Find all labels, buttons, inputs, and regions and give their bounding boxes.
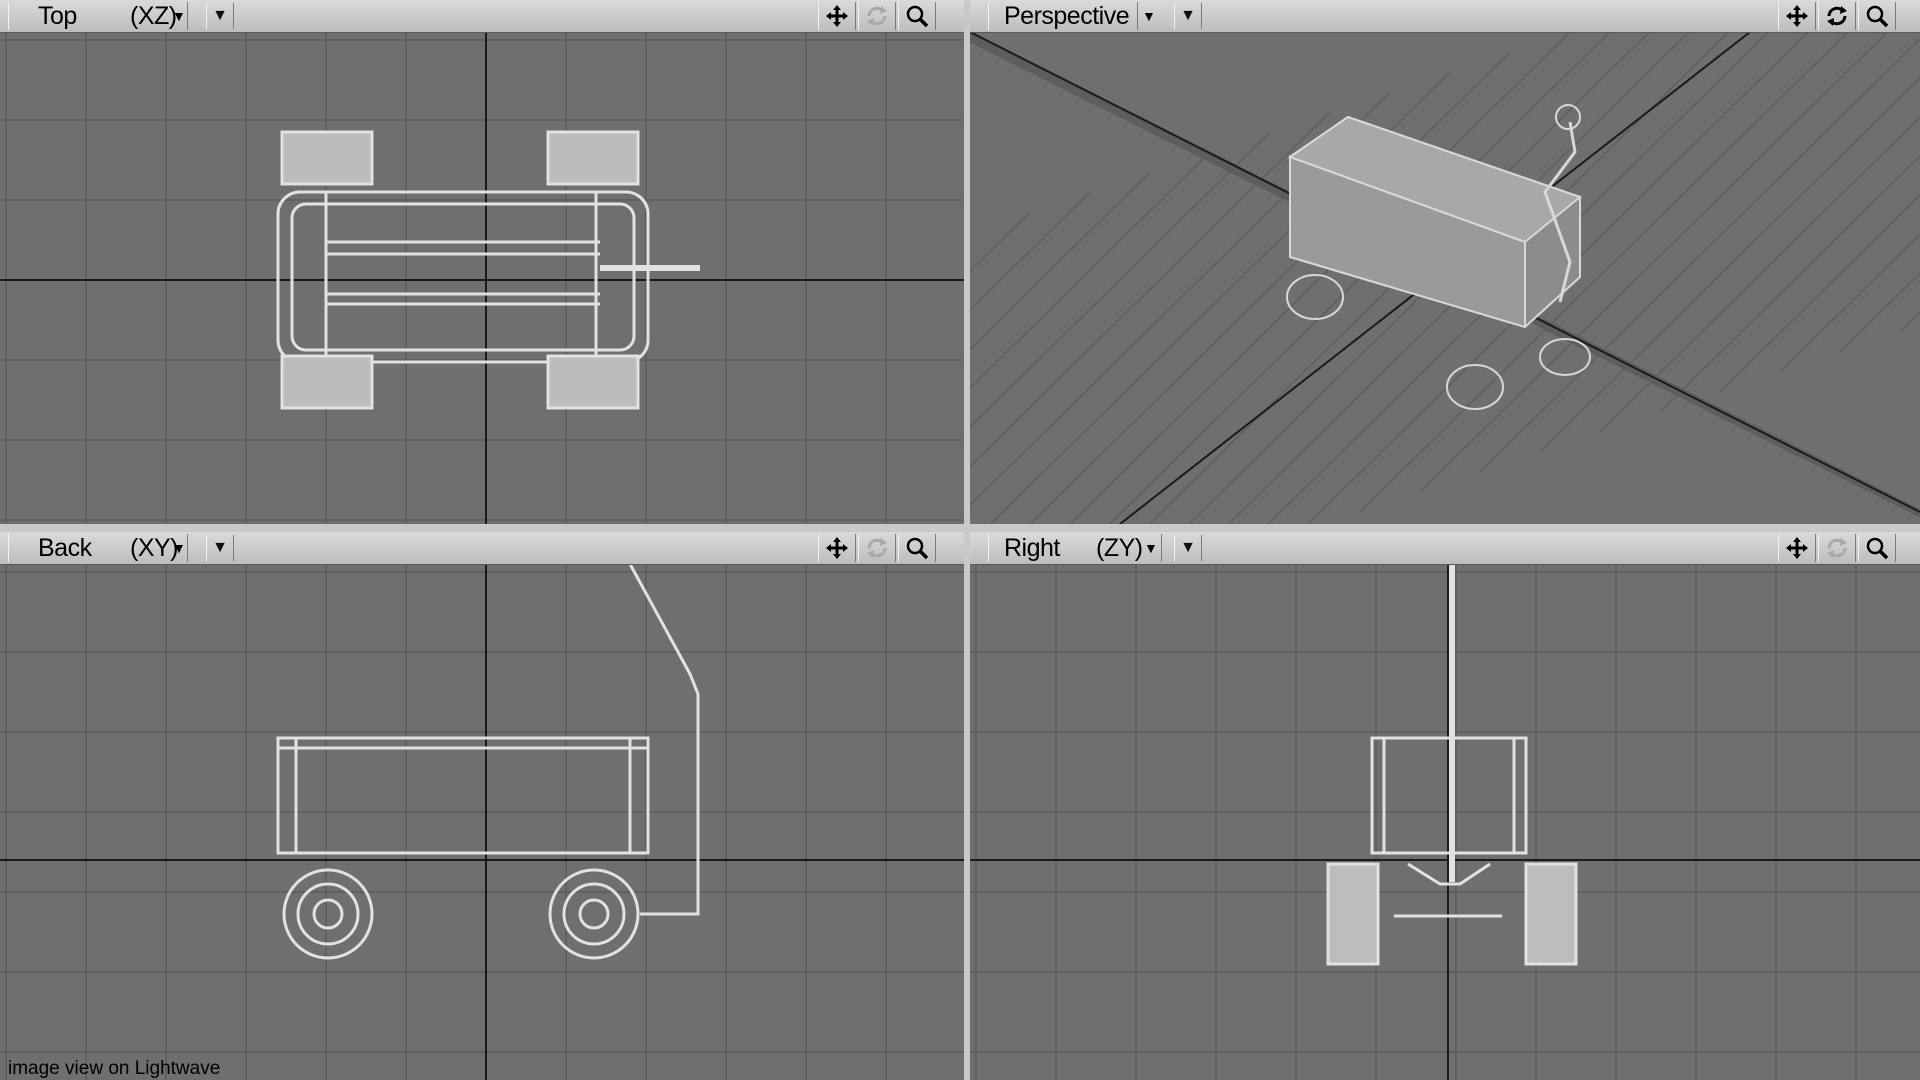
rotate-icon xyxy=(1824,3,1850,29)
zoom-icon xyxy=(1864,3,1890,29)
move-icon xyxy=(824,3,850,29)
right-view-scene xyxy=(970,564,1920,1080)
rotate-icon xyxy=(864,535,890,561)
rotate-icon xyxy=(1824,535,1850,561)
viewport-header: Perspective ▼ ▼ xyxy=(970,0,1920,33)
view-options-dropdown[interactable]: ▼ xyxy=(1174,535,1202,561)
move-icon xyxy=(824,535,850,561)
viewport-canvas-perspective[interactable] xyxy=(970,32,1920,524)
view-options-dropdown[interactable]: ▼ xyxy=(206,535,234,561)
zoom-view-button[interactable] xyxy=(1858,2,1896,30)
chevron-down-icon: ▼ xyxy=(212,539,228,556)
chevron-down-icon: ▼ xyxy=(1180,539,1196,556)
zoom-view-button[interactable] xyxy=(1858,534,1896,562)
viewport-canvas-right[interactable] xyxy=(970,564,1920,1080)
view-name-label: Perspective xyxy=(1004,2,1130,30)
rotate-view-button[interactable] xyxy=(858,534,896,562)
viewport-perspective[interactable]: Perspective ▼ ▼ xyxy=(970,0,1920,524)
viewport-top[interactable]: Top (XZ) ▼ ▼ xyxy=(0,0,964,524)
top-view-scene xyxy=(0,32,964,524)
rotate-view-button[interactable] xyxy=(1818,2,1856,30)
view-name-label: Right xyxy=(1004,534,1060,562)
wagon-wireframe-top xyxy=(276,130,700,410)
move-view-button[interactable] xyxy=(1778,534,1816,562)
view-name-label: Back xyxy=(38,534,92,562)
rotate-icon xyxy=(864,3,890,29)
view-axes-label: (XY) xyxy=(130,534,179,562)
zoom-icon xyxy=(904,3,930,29)
viewport-header: Back (XY) ▼ ▼ xyxy=(0,532,964,565)
back-view-scene xyxy=(0,564,964,1080)
grid xyxy=(970,564,1920,1080)
chevron-down-icon[interactable]: ▼ xyxy=(1144,535,1158,561)
viewport-back[interactable]: Back (XY) ▼ ▼ xyxy=(0,532,964,1080)
image-caption: image view on Lightwave xyxy=(8,1058,221,1079)
view-options-dropdown[interactable]: ▼ xyxy=(206,3,234,29)
perspective-view-scene xyxy=(970,32,1920,524)
chevron-down-icon[interactable]: ▼ xyxy=(1142,3,1156,29)
move-icon xyxy=(1784,3,1810,29)
move-view-button[interactable] xyxy=(1778,2,1816,30)
wagon-wireframe-right xyxy=(1326,564,1578,966)
chevron-down-icon[interactable]: ▼ xyxy=(172,535,186,561)
zoom-view-button[interactable] xyxy=(898,534,936,562)
grid xyxy=(0,564,964,1080)
view-axes-label: (XZ) xyxy=(130,2,177,30)
rotate-view-button[interactable] xyxy=(858,2,896,30)
move-view-button[interactable] xyxy=(818,534,856,562)
wagon-shaded xyxy=(1286,104,1591,410)
chevron-down-icon: ▼ xyxy=(1180,7,1196,24)
zoom-view-button[interactable] xyxy=(898,2,936,30)
viewport-canvas-top[interactable] xyxy=(0,32,964,524)
wagon-wireframe-back xyxy=(276,564,700,960)
viewport-header: Top (XZ) ▼ ▼ xyxy=(0,0,964,33)
viewport-header: Right (ZY) ▼ ▼ xyxy=(970,532,1920,565)
chevron-down-icon: ▼ xyxy=(212,7,228,24)
viewport-right[interactable]: Right (ZY) ▼ ▼ xyxy=(970,532,1920,1080)
grid xyxy=(0,32,964,524)
chevron-down-icon[interactable]: ▼ xyxy=(172,3,186,29)
zoom-icon xyxy=(904,535,930,561)
move-icon xyxy=(1784,535,1810,561)
rotate-view-button[interactable] xyxy=(1818,534,1856,562)
view-options-dropdown[interactable]: ▼ xyxy=(1174,3,1202,29)
view-axes-label: (ZY) xyxy=(1096,534,1143,562)
view-name-label: Top xyxy=(38,2,77,30)
viewport-canvas-back[interactable] xyxy=(0,564,964,1080)
zoom-icon xyxy=(1864,535,1890,561)
move-view-button[interactable] xyxy=(818,2,856,30)
